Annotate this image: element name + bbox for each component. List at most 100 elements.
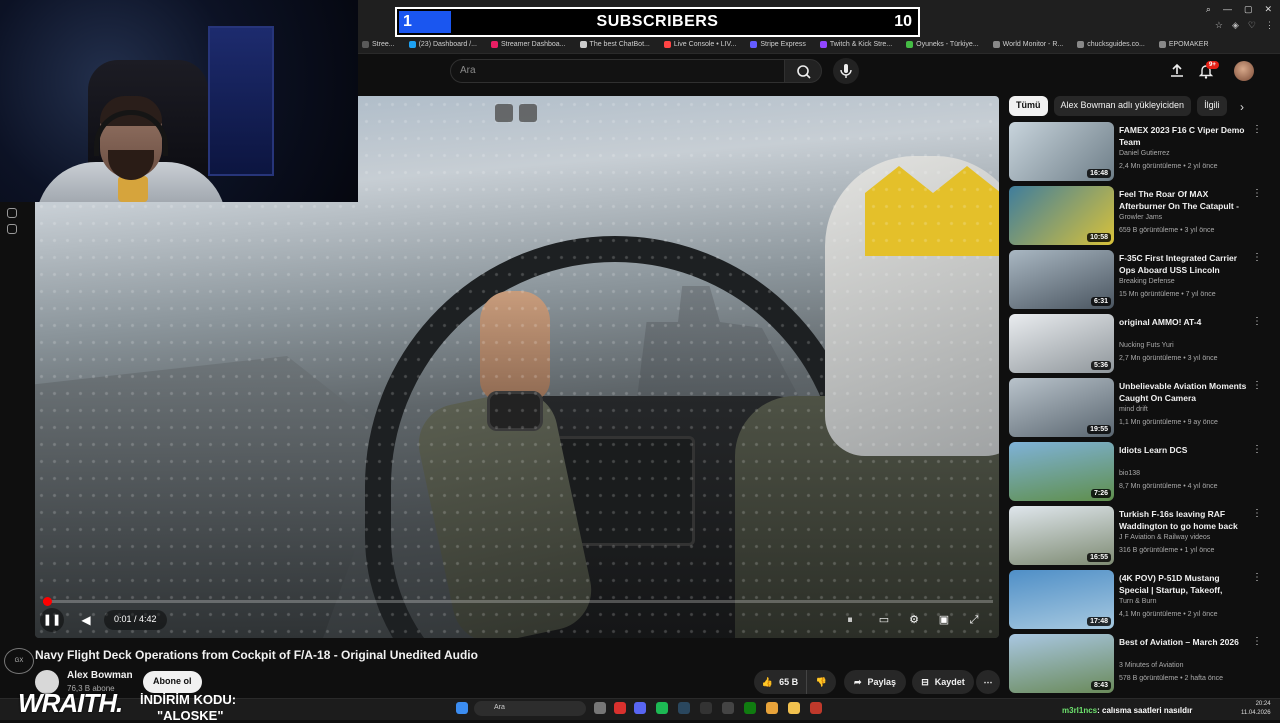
search-input[interactable]: Ara <box>450 59 785 83</box>
subtitles-button[interactable]: ▭ <box>874 610 894 630</box>
recommended-channel-name[interactable]: Growler Jams <box>1119 214 1162 221</box>
video-thumbnail[interactable]: 17:48 <box>1009 570 1114 629</box>
windows-start-icon[interactable] <box>456 702 468 714</box>
folder-icon[interactable] <box>788 702 800 714</box>
more-options-icon[interactable]: ⋮ <box>1252 572 1262 583</box>
taskbar-search[interactable]: Ara <box>474 701 586 716</box>
recommended-video[interactable]: 7:26 Idiots Learn DCS bio138 8,7 Mn görüntü… <box>1009 442 1269 502</box>
recommended-channel-name[interactable]: Turn & Burn <box>1119 598 1156 605</box>
spotify-icon[interactable] <box>656 702 668 714</box>
recommended-video[interactable]: 16:48 FAMEX 2023 F16 C Viper Demo Team Dan… <box>1009 122 1269 182</box>
recommended-channel-name[interactable]: Nucking Futs Yuri <box>1119 342 1174 349</box>
xbox-icon[interactable] <box>744 702 756 714</box>
recommended-video-title[interactable]: original AMMO! AT-4 <box>1119 316 1247 328</box>
bookmark-item[interactable]: The best ChatBot... <box>579 41 650 48</box>
discord-icon[interactable] <box>634 702 646 714</box>
bookmark-item[interactable]: (23) Dashboard /... <box>408 41 477 48</box>
extension-icon[interactable]: ◈ <box>1232 20 1239 31</box>
recommended-video-title[interactable]: Feel The Roar Of MAX Afterburner On The … <box>1119 188 1247 213</box>
video-thumbnail[interactable]: 6:31 <box>1009 250 1114 309</box>
video-thumbnail[interactable]: 10:58 <box>1009 186 1114 245</box>
filter-chip[interactable]: Tümü <box>1009 96 1048 116</box>
obs-icon[interactable] <box>810 702 822 714</box>
recommended-channel-name[interactable]: mind drift <box>1119 406 1148 413</box>
chrome-icon[interactable] <box>766 702 778 714</box>
bookmark-item[interactable]: Stree... <box>362 41 395 48</box>
bookmark-item[interactable]: World Monitor - R... <box>992 41 1063 48</box>
epic-games-icon[interactable] <box>700 702 712 714</box>
settings-icon[interactable] <box>7 224 17 234</box>
like-button[interactable]: 👍 65 B <box>754 670 806 694</box>
recommended-video-title[interactable]: Idiots Learn DCS <box>1119 444 1247 456</box>
bookmark-item[interactable]: Streamer Dashboa... <box>490 41 566 48</box>
steam-icon[interactable] <box>678 702 690 714</box>
share-button[interactable]: ➦ Paylaş <box>844 670 906 694</box>
channel-name[interactable]: Alex Bowman <box>67 670 133 681</box>
volume-button[interactable]: ◀ <box>76 610 96 630</box>
recommended-channel-name[interactable]: Breaking Defense <box>1119 278 1175 285</box>
bookmark-item[interactable]: Live Console • LIV... <box>663 41 736 48</box>
recommended-video-title[interactable]: Best of Aviation – March 2026 <box>1119 636 1247 648</box>
bookmark-item[interactable]: chucksguides.co... <box>1077 41 1145 48</box>
recommended-video[interactable]: 17:48 (4K POV) P-51D Mustang Special | St… <box>1009 570 1269 630</box>
bookmark-item[interactable]: Oyuneks - Türkiye... <box>906 41 979 48</box>
recommended-channel-name[interactable]: J F Aviation & Railway videos <box>1119 534 1210 541</box>
video-thumbnail[interactable]: 5:36 <box>1009 314 1114 373</box>
recommended-video[interactable]: 6:31 F-35C First Integrated Carrier Ops A… <box>1009 250 1269 310</box>
recommended-video-title[interactable]: FAMEX 2023 F16 C Viper Demo Team <box>1119 124 1247 148</box>
video-thumbnail[interactable]: 7:26 <box>1009 442 1114 501</box>
recommended-video[interactable]: 5:36 original AMMO! AT-4 Nucking Futs Yuri… <box>1009 314 1269 374</box>
recommended-video-title[interactable]: (4K POV) P-51D Mustang Special | Startup… <box>1119 572 1247 597</box>
recommended-video[interactable]: 8:43 Best of Aviation – March 2026 3 Minut… <box>1009 634 1269 694</box>
video-thumbnail[interactable]: 16:48 <box>1009 122 1114 181</box>
maximize-icon[interactable]: ▢ <box>1244 4 1253 15</box>
settings-button[interactable]: ⚙ <box>904 610 924 630</box>
recommended-video[interactable]: 19:55 Unbelievable Aviation Moments Caugh… <box>1009 378 1269 438</box>
system-clock[interactable]: 20:24 11.04.2026 <box>1241 700 1271 718</box>
more-options-icon[interactable]: ⋮ <box>1252 508 1262 519</box>
video-thumbnail[interactable]: 16:55 <box>1009 506 1114 565</box>
dislike-button[interactable]: 👎 <box>806 670 836 694</box>
pause-button[interactable]: ❚❚ <box>40 608 64 632</box>
bookmark-item[interactable]: Twitch & Kick Stre... <box>819 41 892 48</box>
progress-scrubber[interactable] <box>43 597 52 606</box>
recommended-video[interactable]: 10:58 Feel The Roar Of MAX Afterburner On… <box>1009 186 1269 246</box>
bookmark-item[interactable]: EPOMAKER <box>1158 41 1209 48</box>
theater-mode-button[interactable]: ▣ <box>934 610 954 630</box>
chevron-right-icon[interactable]: › <box>1240 100 1244 114</box>
minimize-icon[interactable]: — <box>1223 4 1232 15</box>
recommended-video[interactable]: 16:55 Turkish F-16s leaving RAF Waddingto… <box>1009 506 1269 566</box>
voice-search-button[interactable] <box>833 58 859 84</box>
search-tabs-icon[interactable]: ⌕ <box>1206 4 1211 15</box>
heart-icon[interactable]: ♡ <box>1248 20 1256 31</box>
miniplayer-icon[interactable] <box>495 104 513 122</box>
progress-bar[interactable] <box>43 600 993 603</box>
fullscreen-button[interactable]: ⤢ <box>964 610 984 630</box>
skip-ad-icon[interactable] <box>519 104 537 122</box>
recommended-video-title[interactable]: Unbelievable Aviation Moments Caught On … <box>1119 380 1247 404</box>
task-view-icon[interactable] <box>594 702 606 714</box>
more-actions-button[interactable]: ⋯ <box>976 670 1000 694</box>
more-options-icon[interactable]: ⋮ <box>1252 636 1262 647</box>
recommended-video-title[interactable]: F-35C First Integrated Carrier Ops Aboar… <box>1119 252 1247 276</box>
upload-icon[interactable] <box>1168 62 1186 80</box>
subscribe-button[interactable]: Abone ol <box>143 671 202 693</box>
filter-chip[interactable]: Alex Bowman adlı yükleyiciden <box>1053 96 1192 116</box>
recommended-video-title[interactable]: Turkish F-16s leaving RAF Waddington to … <box>1119 508 1247 533</box>
opera-icon[interactable] <box>614 702 626 714</box>
app-icon[interactable] <box>722 702 734 714</box>
filter-chip[interactable]: İlgili <box>1197 96 1227 116</box>
more-options-icon[interactable]: ⋮ <box>1252 380 1262 391</box>
recommended-channel-name[interactable]: bio138 <box>1119 470 1140 477</box>
account-avatar[interactable] <box>1234 61 1254 81</box>
recommended-channel-name[interactable]: 3 Minutes of Aviation <box>1119 662 1183 669</box>
more-options-icon[interactable]: ⋮ <box>1252 252 1262 263</box>
more-options-icon[interactable]: ⋮ <box>1252 316 1262 327</box>
menu-icon[interactable]: ⋮ <box>1265 20 1274 31</box>
video-thumbnail[interactable]: 19:55 <box>1009 378 1114 437</box>
more-options-icon[interactable]: ⋮ <box>1252 444 1262 455</box>
recommended-channel-name[interactable]: Daniel Gutierrez <box>1119 150 1170 157</box>
autoplay-toggle[interactable]: ⏸ <box>840 610 860 630</box>
bookmark-item[interactable]: Stripe Express <box>750 41 806 48</box>
save-button[interactable]: ⊟ Kaydet <box>912 670 974 694</box>
